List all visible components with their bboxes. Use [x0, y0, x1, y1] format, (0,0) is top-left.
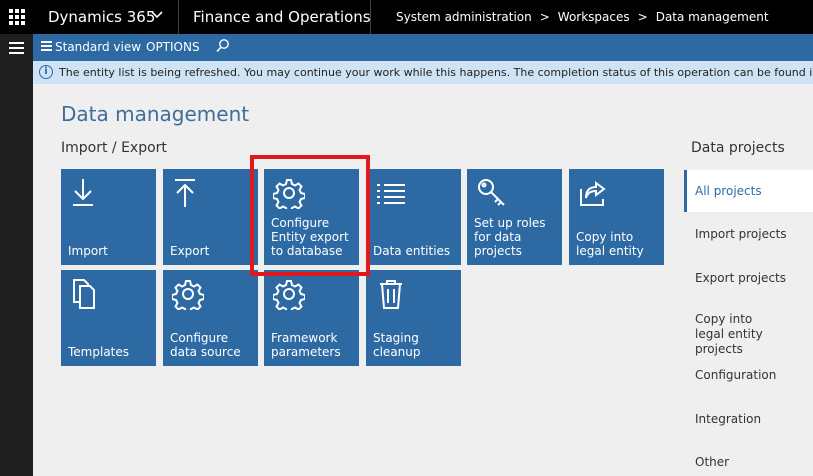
app-launcher-button[interactable]	[0, 0, 34, 34]
info-message-bar: i The entity list is being refreshed. Yo…	[33, 61, 813, 84]
tile-label: Templates	[68, 345, 130, 359]
highlight-box	[250, 155, 370, 276]
info-icon: i	[39, 65, 53, 79]
download-arrow-icon	[70, 177, 102, 209]
navigation-pane	[0, 34, 33, 476]
tile-data-entities[interactable]: Data entities	[366, 169, 461, 265]
chevron-down-icon[interactable]	[150, 7, 164, 25]
section-title: Import / Export	[61, 140, 167, 156]
breadcrumb: System administration > Workspaces > Dat…	[396, 10, 769, 24]
breadcrumb-separator: >	[637, 10, 648, 24]
data-projects-title: Data projects	[691, 140, 785, 156]
tab-import-projects[interactable]: Import projects	[684, 227, 813, 242]
standard-view-button[interactable]: Standard view	[41, 40, 141, 54]
tab-integration[interactable]: Integration	[684, 412, 813, 427]
tile-templates[interactable]: Templates	[61, 270, 156, 366]
options-button[interactable]: OPTIONS	[146, 40, 200, 54]
tile-label: Copy into legal entity	[576, 230, 644, 258]
key-icon	[476, 177, 508, 209]
breadcrumb-workspaces[interactable]: Workspaces	[558, 10, 630, 24]
share-icon	[578, 177, 610, 209]
upload-arrow-icon	[172, 177, 204, 209]
tile-framework-parameters[interactable]: Framework parameters	[264, 270, 359, 366]
tab-all-projects[interactable]: All projects	[684, 170, 813, 212]
data-projects-panel: Data projects All projects Import projec…	[684, 127, 813, 476]
tile-label: Set up roles for data projects	[474, 216, 546, 258]
gear-icon	[272, 278, 306, 314]
trash-icon	[375, 278, 407, 310]
tile-label: Staging cleanup	[373, 331, 421, 359]
tile-copy-into-legal-entity[interactable]: Copy into legal entity	[569, 169, 664, 265]
tile-export[interactable]: Export	[163, 169, 258, 265]
divider	[370, 0, 371, 34]
tile-label: Framework parameters	[271, 331, 341, 359]
tile-set-up-roles[interactable]: Set up roles for data projects	[467, 169, 562, 265]
module-name[interactable]: Finance and Operations	[193, 8, 371, 26]
tab-copy-into-legal-entity-projects[interactable]: Copy into legal entity projects	[684, 312, 779, 357]
hamburger-menu-icon[interactable]	[9, 42, 24, 57]
documents-icon	[70, 278, 102, 310]
list-view-icon	[41, 41, 52, 53]
divider	[178, 0, 179, 34]
breadcrumb-data-management[interactable]: Data management	[656, 10, 769, 24]
page-title: Data management	[61, 102, 250, 126]
top-navigation-bar: Dynamics 365 Finance and Operations Syst…	[0, 0, 813, 34]
tab-other[interactable]: Other	[684, 455, 813, 470]
info-message: The entity list is being refreshed. You …	[59, 66, 813, 79]
tile-staging-cleanup[interactable]: Staging cleanup	[366, 270, 461, 366]
waffle-icon	[9, 9, 25, 25]
tile-label: Export	[170, 244, 210, 258]
app-name[interactable]: Dynamics 365	[48, 8, 155, 26]
list-icon	[375, 177, 407, 209]
breadcrumb-separator: >	[539, 10, 550, 24]
breadcrumb-system-administration[interactable]: System administration	[396, 10, 532, 24]
tab-configuration[interactable]: Configuration	[684, 368, 813, 383]
standard-view-label: Standard view	[55, 40, 142, 54]
tab-export-projects[interactable]: Export projects	[684, 271, 813, 286]
tile-import[interactable]: Import	[61, 169, 156, 265]
tile-label: Data entities	[373, 244, 451, 258]
tile-label: Configure data source	[170, 331, 241, 359]
search-icon[interactable]	[215, 38, 231, 54]
tile-label: Import	[68, 244, 108, 258]
tile-configure-data-source[interactable]: Configure data source	[163, 270, 258, 366]
gear-icon	[171, 278, 205, 314]
action-pane: Standard view OPTIONS	[33, 34, 813, 61]
